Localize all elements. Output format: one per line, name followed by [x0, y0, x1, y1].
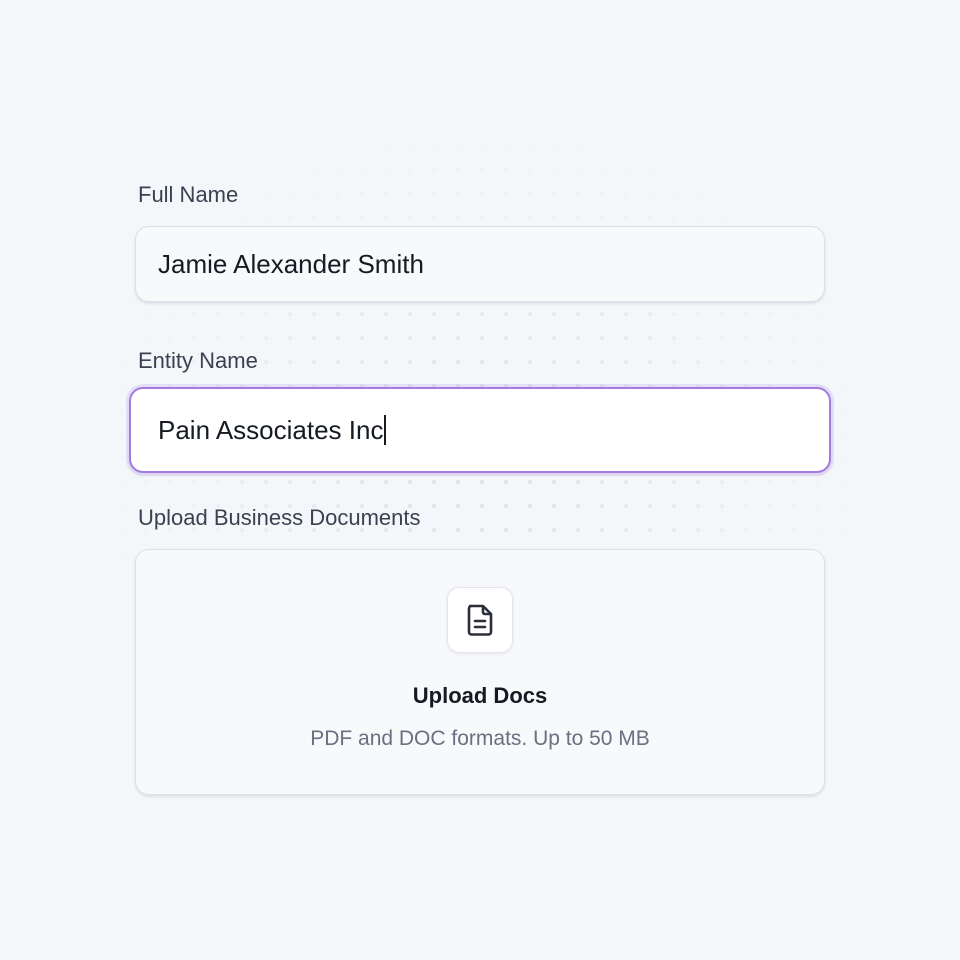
document-icon: [467, 604, 493, 636]
upload-field: Upload Business Documents Upload Docs PD…: [135, 503, 825, 795]
entity-name-value: Pain Associates Inc: [158, 414, 384, 445]
full-name-field: Full Name Jamie Alexander Smith: [135, 180, 825, 302]
upload-title: Upload Docs: [412, 683, 548, 708]
entity-name-input[interactable]: Pain Associates Inc: [129, 387, 831, 473]
business-form: Full Name Jamie Alexander Smith Entity N…: [129, 180, 831, 795]
upload-hint: PDF and DOC formats. Up to 50 MB: [310, 727, 650, 750]
full-name-value: Jamie Alexander Smith: [158, 248, 424, 279]
upload-icon-button[interactable]: [447, 587, 513, 653]
upload-dropzone[interactable]: Upload Docs PDF and DOC formats. Up to 5…: [135, 549, 825, 795]
upload-label: Upload Business Documents: [138, 505, 421, 530]
entity-name-label: Entity Name: [138, 348, 258, 373]
full-name-input[interactable]: Jamie Alexander Smith: [135, 226, 825, 302]
entity-name-field: Entity Name Pain Associates Inc: [129, 346, 831, 473]
text-caret: [384, 415, 387, 445]
full-name-label: Full Name: [138, 182, 239, 207]
